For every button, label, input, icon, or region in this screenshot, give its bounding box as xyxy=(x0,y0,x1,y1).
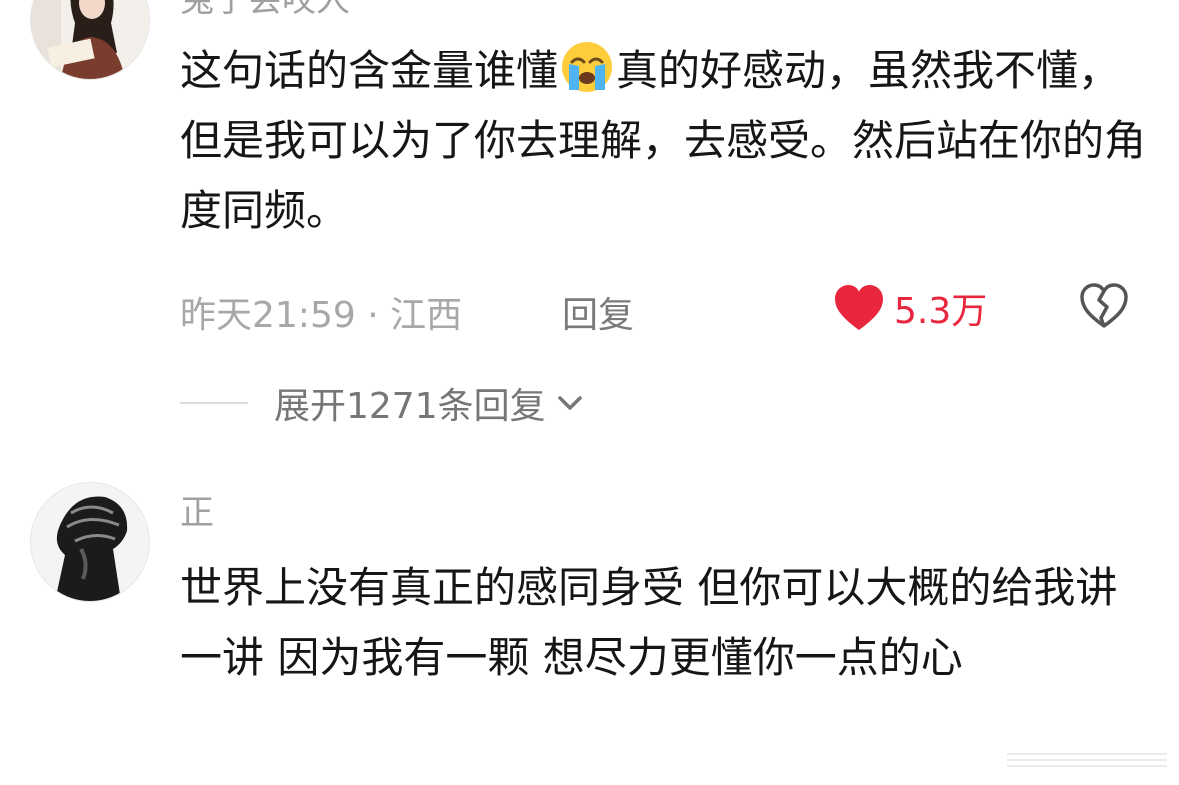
comment-username[interactable]: 兔子会咬人 xyxy=(180,0,350,17)
broken-heart-icon[interactable] xyxy=(1078,280,1130,332)
like-button[interactable]: 5.3万 xyxy=(832,280,987,336)
divider xyxy=(180,402,248,404)
expand-replies-button[interactable]: 展开1271条回复 xyxy=(180,378,588,428)
comment-text: 世界上没有真正的感同身受 但你可以大概的给我讲一讲 因为我有一颗 想尽力更懂你一… xyxy=(180,563,1118,682)
comment-text: 这句话的含金量谁懂 真的好感动，虽然我不懂，但是我可以为了你去理解，去感受。然后… xyxy=(180,36,1150,246)
comment-username[interactable]: 正 xyxy=(180,496,214,530)
heart-icon xyxy=(835,285,883,330)
comment-text-part: 这句话的含金量谁懂 xyxy=(180,46,559,95)
chevron-down-icon xyxy=(557,396,582,410)
scroll-indicator xyxy=(1007,753,1167,767)
reply-button[interactable]: 回复 xyxy=(562,286,634,338)
comment-time-location: 昨天21:59 · 江西 xyxy=(180,295,463,336)
like-count: 5.3万 xyxy=(894,291,988,332)
comment-meta: 昨天21:59 · 江西 回复 5.3万 xyxy=(180,280,1140,336)
avatar[interactable] xyxy=(30,0,150,80)
expand-replies-label: 展开1271条回复 xyxy=(274,386,546,427)
loudly-crying-face-icon xyxy=(560,40,614,94)
avatar[interactable] xyxy=(30,482,150,602)
